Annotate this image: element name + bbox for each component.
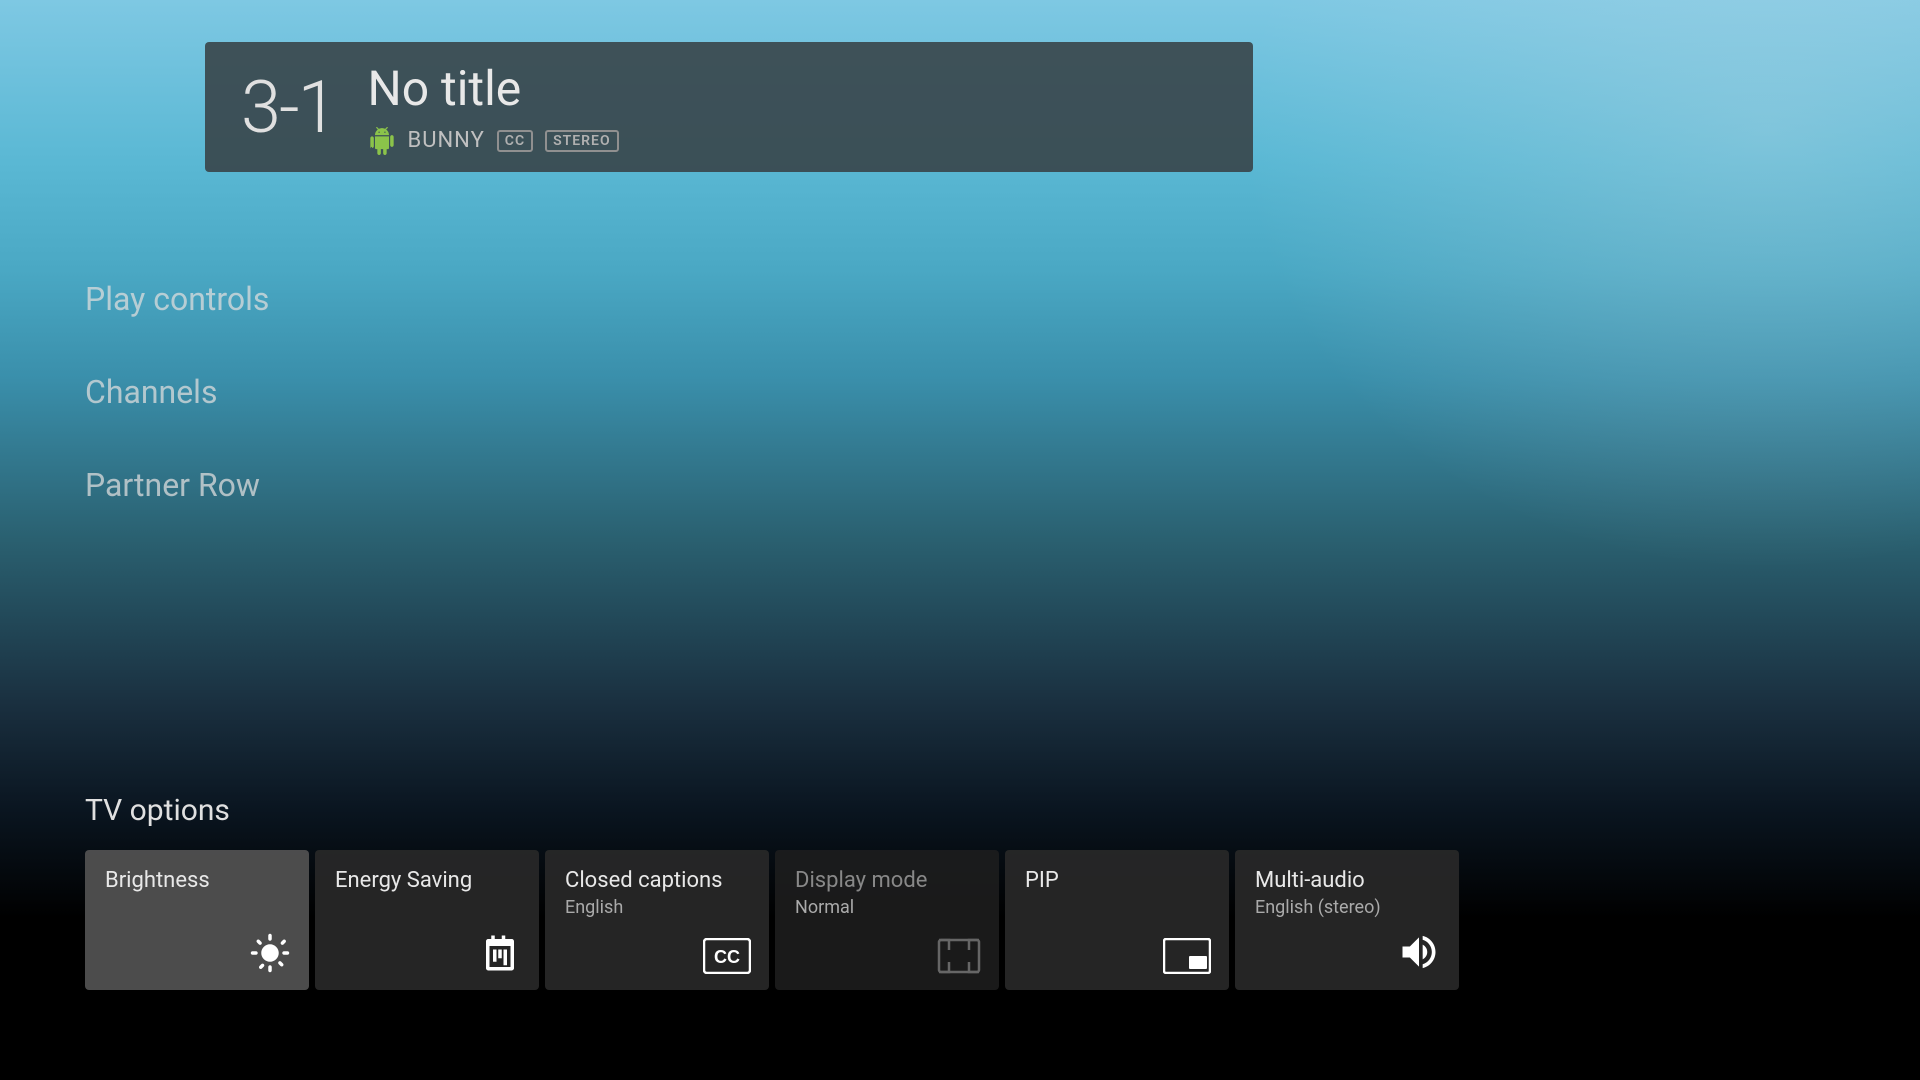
main-content: 3-1 No title BUNNY CC STEREO Play contro… [0,0,1920,1080]
channel-meta: BUNNY CC STEREO [368,127,619,155]
pip-label: PIP [1025,868,1209,893]
tile-display-mode[interactable]: Display mode Normal [775,850,999,990]
sidebar-item-partner-row[interactable]: Partner Row [85,466,269,504]
svg-text:CC: CC [714,947,740,967]
multi-audio-label: Multi-audio [1255,868,1439,893]
tile-closed-captions[interactable]: Closed captions English CC [545,850,769,990]
channel-info: No title BUNNY CC STEREO [368,60,619,155]
pip-icon [1163,938,1211,974]
display-mode-sublabel: Normal [795,897,979,918]
cc-tile-icon: CC [703,938,751,974]
sidebar: Play controls Channels Partner Row [85,280,269,504]
channel-number: 3-1 [241,65,336,150]
sidebar-item-channels-label: Channels [85,373,217,411]
channel-name: BUNNY [408,128,485,153]
brightness-label: Brightness [105,868,289,893]
stereo-badge: STEREO [545,130,619,152]
multi-audio-sublabel: English (stereo) [1255,897,1439,918]
tv-options-section: TV options Brightness Energy Saving [85,793,1920,990]
tile-multi-audio[interactable]: Multi-audio English (stereo) [1235,850,1459,990]
energy-saving-label: Energy Saving [335,868,519,893]
closed-captions-label: Closed captions [565,868,749,893]
options-grid: Brightness Energy Saving [85,850,1920,990]
tile-brightness[interactable]: Brightness [85,850,309,990]
brightness-icon [249,932,291,974]
tile-energy-saving[interactable]: Energy Saving [315,850,539,990]
multi-audio-icon [1397,930,1441,974]
android-icon [368,127,396,155]
closed-captions-sublabel: English [565,897,749,918]
channel-title: No title [368,60,619,117]
energy-saving-icon [479,932,521,974]
display-mode-label: Display mode [795,868,979,893]
tile-pip[interactable]: PIP [1005,850,1229,990]
tv-options-title: TV options [85,793,1920,828]
cc-badge: CC [497,130,533,152]
sidebar-item-play-controls-label: Play controls [85,280,269,318]
sidebar-item-channels[interactable]: Channels [85,373,269,411]
sidebar-item-play-controls[interactable]: Play controls [85,280,269,318]
sidebar-item-partner-row-label: Partner Row [85,466,260,504]
display-mode-icon [937,938,981,974]
channel-bar: 3-1 No title BUNNY CC STEREO [205,42,1253,172]
